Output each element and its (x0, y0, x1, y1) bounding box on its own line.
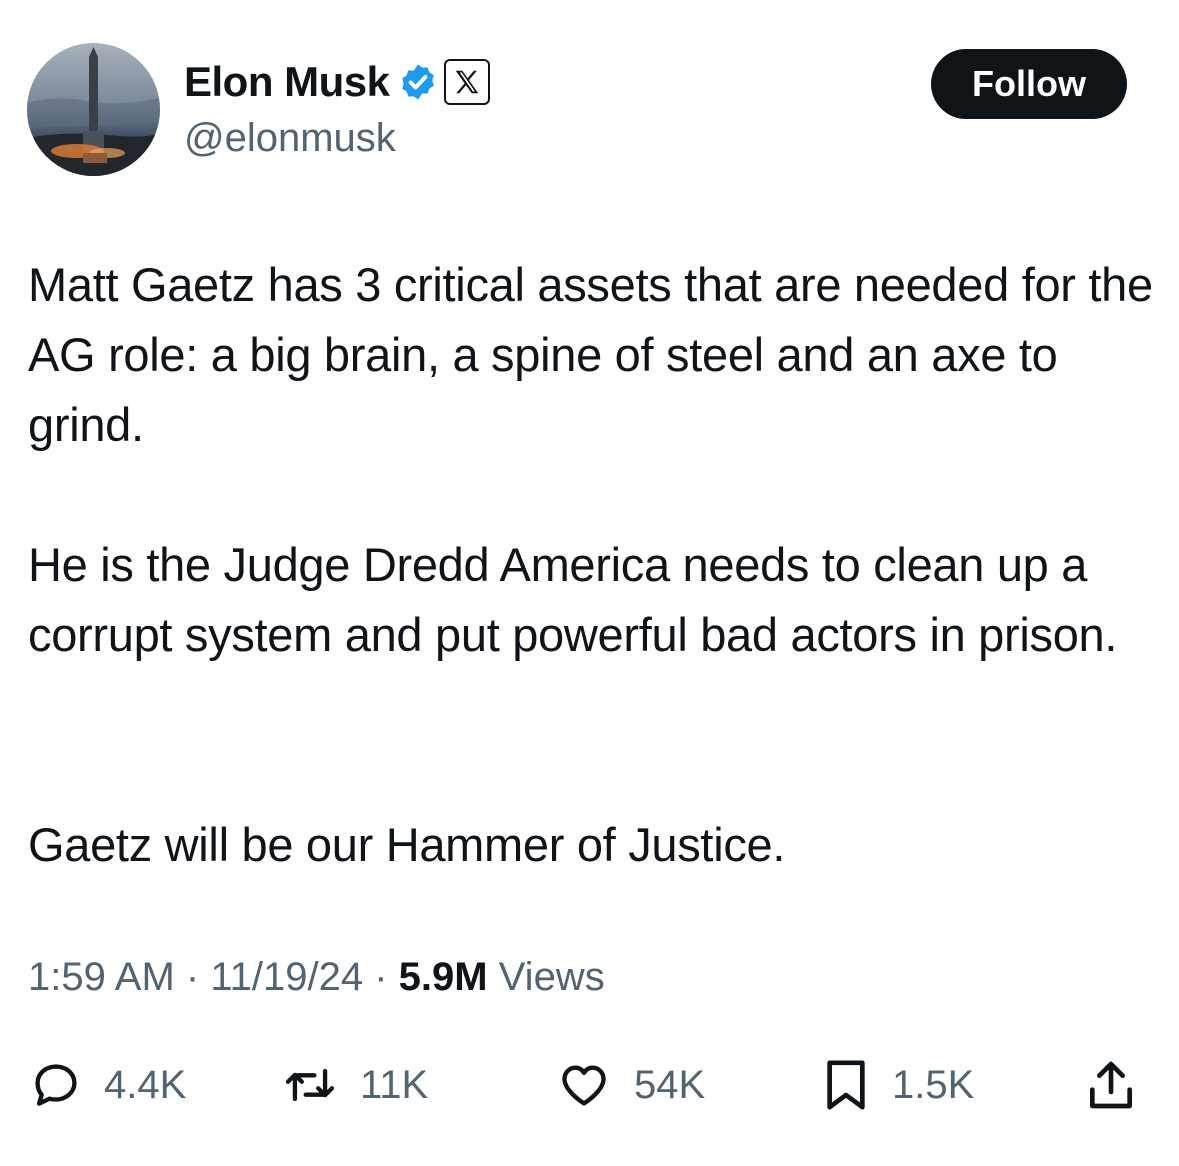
verified-badge-icon[interactable] (398, 62, 438, 102)
meta-separator: · (185, 955, 200, 999)
like-button[interactable]: 54K (556, 1050, 705, 1120)
reply-button[interactable]: 4.4K (30, 1050, 186, 1120)
repost-count: 11K (360, 1062, 429, 1107)
follow-button[interactable]: Follow (931, 49, 1127, 119)
bookmark-button[interactable]: 1.5K (822, 1050, 974, 1120)
share-icon (1090, 1061, 1132, 1109)
x-logo-icon[interactable] (443, 59, 490, 105)
tweet: Elon Musk @elonmusk Follow Matt Gaetz ha… (0, 0, 1179, 1166)
reply-icon (35, 1064, 77, 1106)
tweet-paragraph: Gaetz will be our Hammer of Justice. (28, 818, 786, 871)
tweet-time[interactable]: 1:59 AM (28, 955, 175, 999)
like-count: 54K (634, 1062, 706, 1107)
bookmark-icon (827, 1060, 865, 1110)
heart-icon (562, 1065, 606, 1106)
author-handle[interactable]: @elonmusk (184, 116, 396, 161)
repost-icon (285, 1068, 335, 1102)
tweet-meta: 1:59 AM · 11/19/24 · 5.9M Views (28, 955, 605, 1000)
action-bar: 4.4K 11K 54K 1.5K (0, 1050, 1179, 1120)
repost-button[interactable]: 11K (282, 1050, 428, 1120)
share-button[interactable] (1085, 1050, 1137, 1120)
tweet-paragraph: He is the Judge Dredd America needs to c… (28, 538, 1118, 661)
rocket-avatar-image (27, 47, 160, 176)
tweet-date[interactable]: 11/19/24 (210, 955, 363, 999)
views-count: 5.9M (398, 955, 488, 999)
views-label: Views (498, 955, 605, 999)
meta-separator: · (374, 955, 388, 999)
bookmark-count: 1.5K (892, 1062, 975, 1107)
author-name[interactable]: Elon Musk (184, 58, 390, 106)
reply-count: 4.4K (104, 1062, 187, 1107)
tweet-paragraph: Matt Gaetz has 3 critical assets that ar… (28, 258, 1153, 451)
author-name-row: Elon Musk (184, 58, 490, 106)
avatar[interactable] (27, 43, 160, 176)
